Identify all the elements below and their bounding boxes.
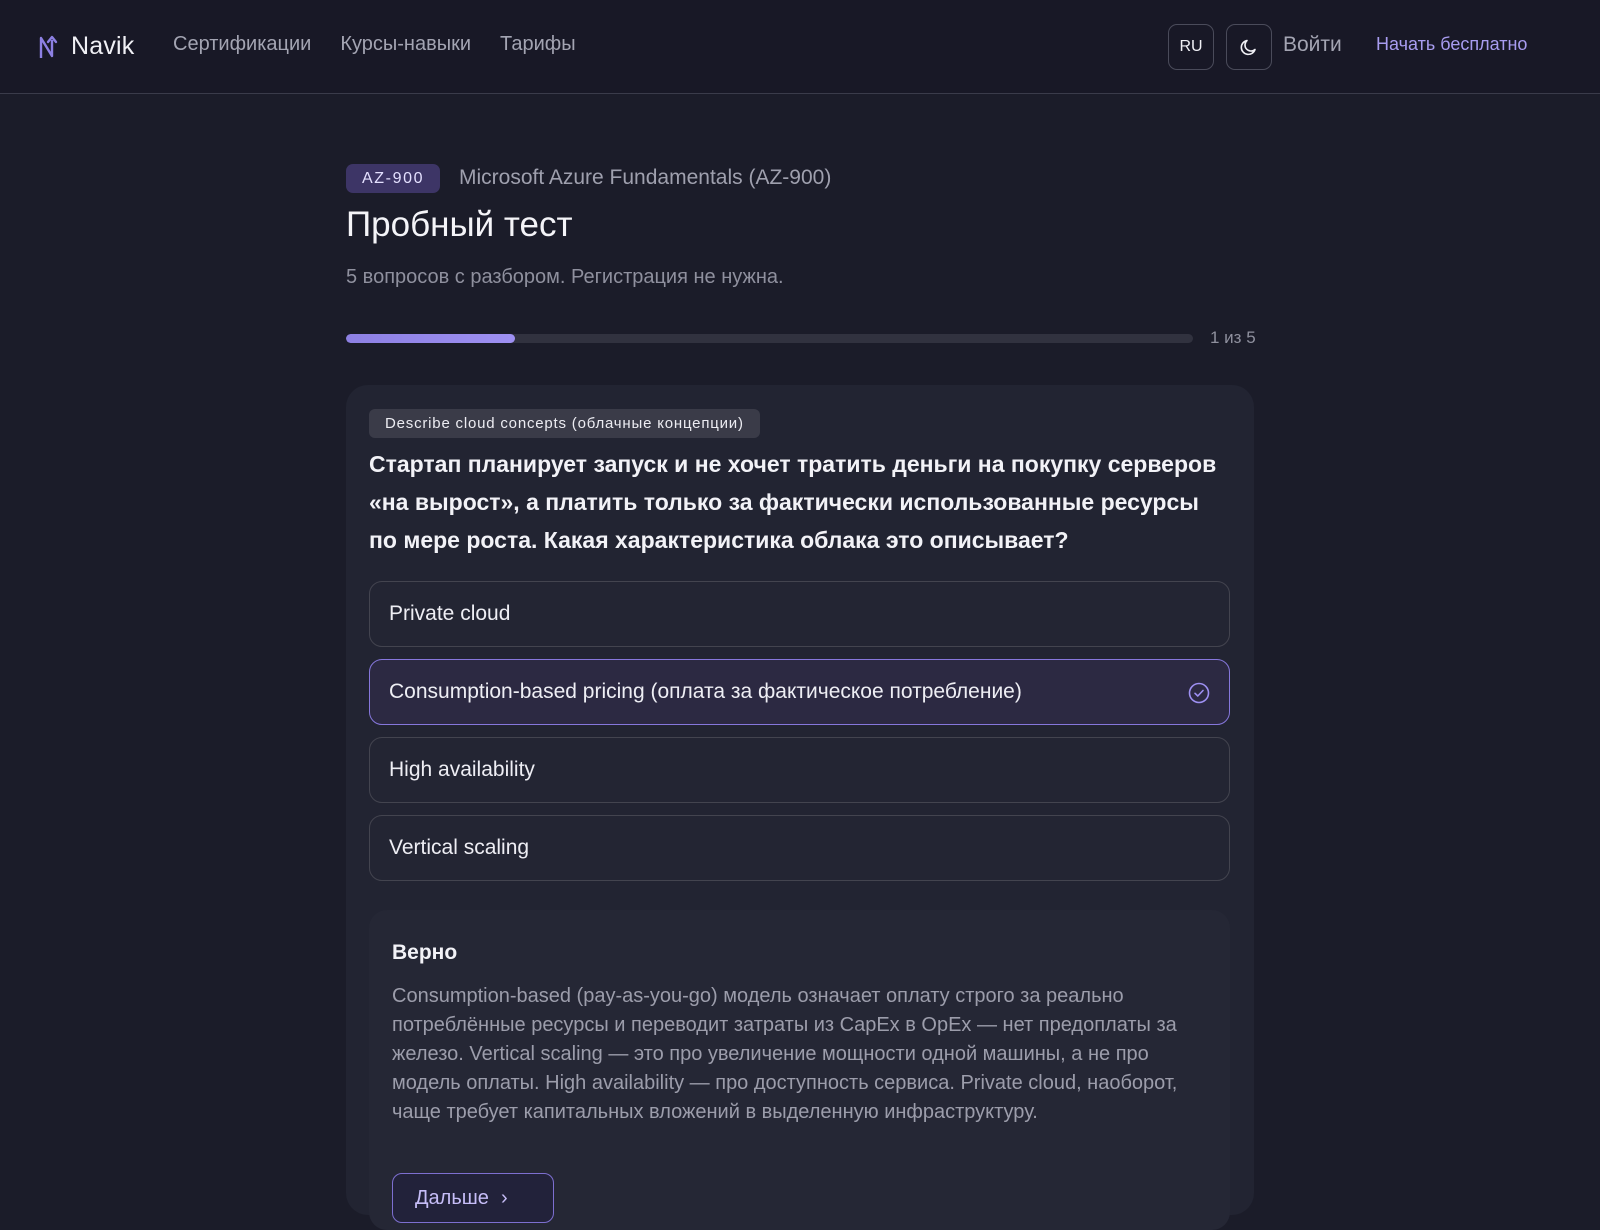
next-button-label: Дальше [415,1186,489,1209]
top-header: Navik Сертификации Курсы-навыки Тарифы R… [0,0,1600,94]
answer-option-label: Consumption-based pricing (оплата за фак… [389,680,1022,703]
next-button[interactable]: Дальше › [392,1173,554,1223]
feedback-explanation: Consumption-based (pay-as-you-go) модель… [392,985,1178,1123]
progress-bar [346,334,1193,343]
question-card: Describe cloud concepts (облачные концеп… [346,385,1254,1230]
topic-badge: Describe cloud concepts (облачные концеп… [369,409,760,438]
answer-option[interactable]: Private cloud [369,581,1230,647]
main-nav: Сертификации Курсы-навыки Тарифы [173,33,576,56]
brand-logo[interactable]: Navik [37,32,135,61]
question-text: Стартап планирует запуск и не хочет трат… [369,451,1217,553]
chevron-right-icon: › [500,1186,508,1209]
page-subtitle: 5 вопросов с разбором. Регистрация не ну… [346,266,784,288]
answer-feedback: Верно Consumption-based (pay-as-you-go) … [369,910,1230,1230]
start-free-button[interactable]: Начать бесплатно [1376,34,1527,55]
answer-option[interactable]: High availability [369,737,1230,803]
theme-toggle-button[interactable] [1226,24,1272,70]
moon-icon [1240,39,1256,56]
page-title: Пробный тест [346,205,573,244]
language-button[interactable]: RU [1168,24,1214,70]
answer-option[interactable]: Vertical scaling [369,815,1230,881]
answer-option-selected[interactable]: Consumption-based pricing (оплата за фак… [369,659,1230,725]
progress-label: 1 из 5 [1210,328,1256,347]
brand-name: Navik [71,32,135,60]
progress-bar-fill [346,334,516,343]
answer-option-label: High availability [389,758,535,781]
exam-code-badge: AZ-900 [346,164,441,193]
answer-option-label: Private cloud [389,602,511,625]
answer-option-label: Vertical scaling [389,836,530,859]
check-circle-icon [1188,682,1210,704]
navik-logo-icon [39,35,58,58]
nav-pricing[interactable]: Тарифы [500,33,576,56]
login-link[interactable]: Войти [1283,33,1342,57]
nav-certifications[interactable]: Сертификации [173,33,311,56]
nav-skill-courses[interactable]: Курсы-навыки [340,33,471,56]
feedback-title: Верно [392,941,458,964]
exam-name: Microsoft Azure Fundamentals (AZ-900) [459,166,832,189]
